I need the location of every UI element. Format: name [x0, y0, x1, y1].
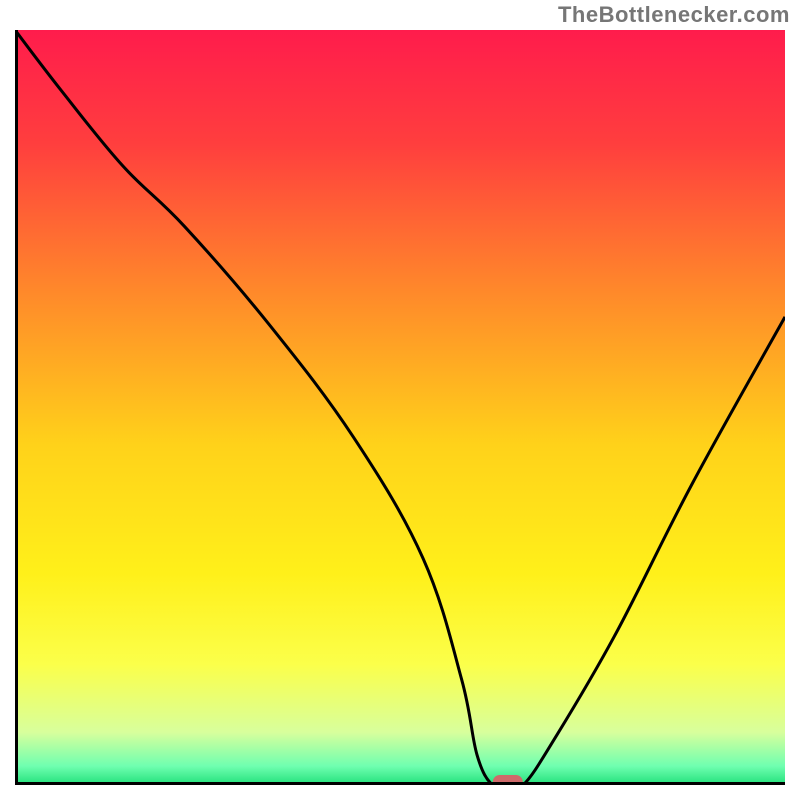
chart-background [15, 30, 785, 785]
bottleneck-chart [15, 30, 785, 785]
chart-container: TheBottlenecker.com [0, 0, 800, 800]
attribution-label: TheBottlenecker.com [558, 2, 790, 28]
